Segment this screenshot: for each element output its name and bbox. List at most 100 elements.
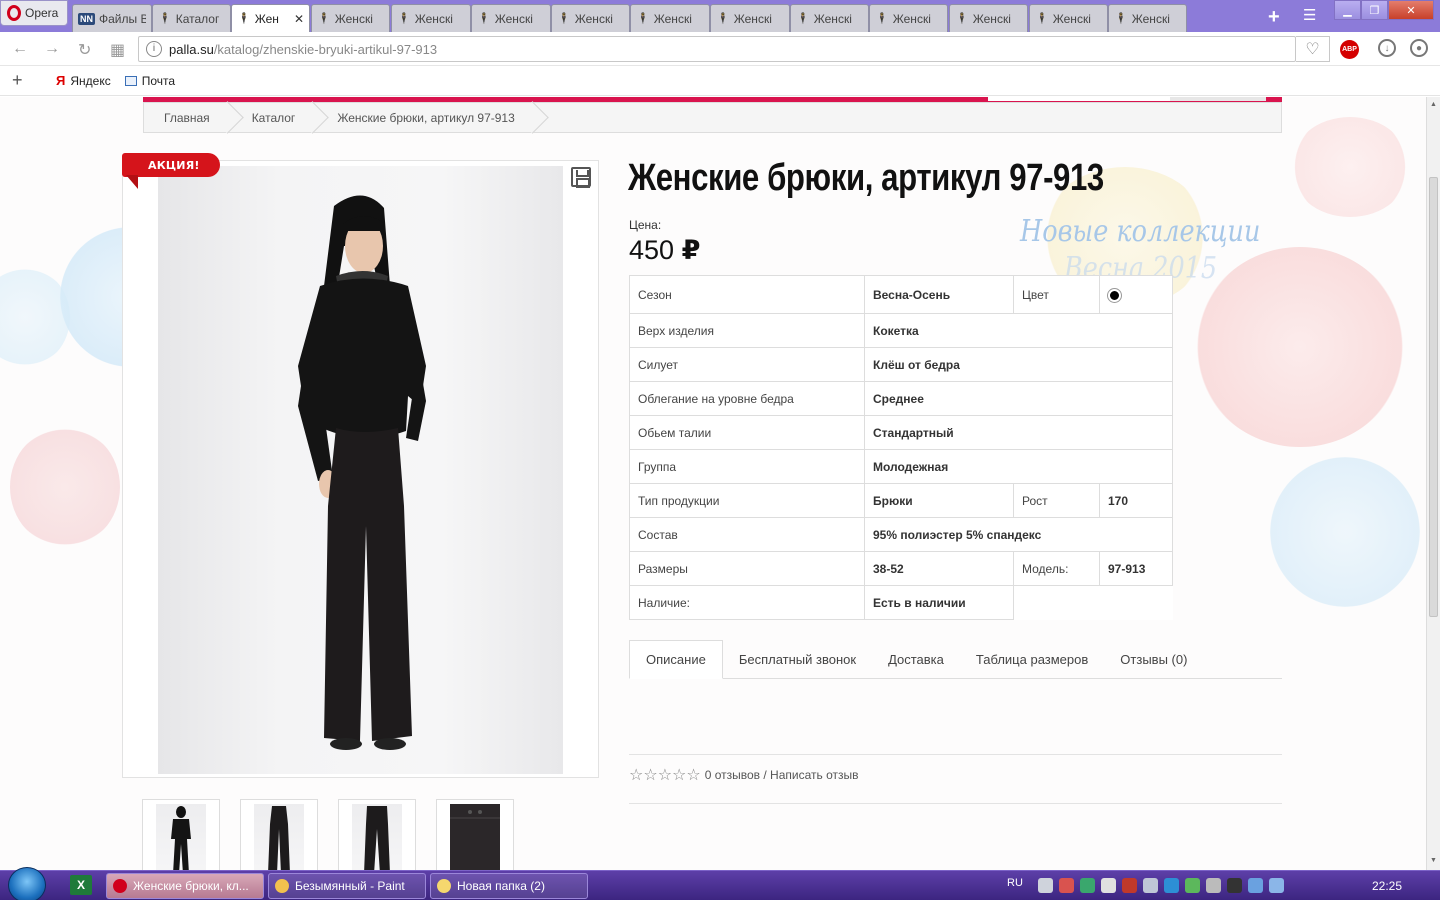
tray-shield-icon[interactable] [1080,878,1095,893]
bookmarks-bar: + Я Яндекс Почта [0,66,1440,96]
star-icon[interactable]: ☆ [686,767,700,784]
breadcrumb-home[interactable]: Главная [144,103,232,132]
forward-icon[interactable]: → [44,40,60,58]
product-thumbnail[interactable] [142,799,220,870]
reviews-link[interactable]: 0 отзывов / Написать отзыв [705,768,859,782]
attr-row: Наличие: Есть в наличии [629,585,1173,620]
palla-favicon-icon: 🕴 [716,13,730,25]
browser-tab-label: Женскі [892,11,931,26]
attr-row: Тип продукции Брюки Рост 170 [629,483,1173,518]
product-thumbnail[interactable] [338,799,416,870]
browser-tab[interactable]: 🕴 Жен ✕ [231,4,310,32]
product-thumbnail[interactable] [240,799,318,870]
browser-tab[interactable]: 🕴 Женскі [311,4,390,32]
star-icon[interactable]: ☆ [658,767,672,784]
star-icon[interactable]: ☆ [629,767,643,784]
taskbar-task[interactable]: Новая папка (2) [430,873,588,899]
url-input[interactable]: i palla.su/katalog/zhenskie-bryuki-artik… [138,36,1296,62]
tab-free-call[interactable]: Бесплатный звонок [723,640,872,679]
bookmark-mail[interactable]: Почта [124,74,175,88]
reload-icon[interactable]: ↻ [78,40,91,60]
browser-tab[interactable]: 🕴 Каталог [152,4,231,32]
nn-favicon-icon: NN [78,12,95,25]
product-attributes-table: Сезон Весна-Осень Цвет Верх изделия Коке… [629,275,1173,620]
opera-menu-button[interactable]: Opera [0,0,68,26]
star-icon[interactable]: ☆ [672,767,686,784]
browser-tab-label: Каталог [175,11,220,26]
color-swatch-icon[interactable] [1108,288,1121,302]
bookmark-heart-icon[interactable]: ♡ [1296,36,1330,62]
site-info-icon[interactable]: i [146,41,162,57]
tab-size-chart[interactable]: Таблица размеров [960,640,1104,679]
taskbar-task[interactable]: Безымянный - Paint [268,873,426,899]
star-icon[interactable]: ☆ [643,767,657,784]
minimize-icon[interactable]: ▁ [1334,0,1361,20]
windows-taskbar: X Женские брюки, кл... Безымянный - Paint… [0,867,1440,900]
scroll-down-icon[interactable]: ▼ [1430,857,1437,864]
browser-tab[interactable]: 🕴 Женскі [710,4,790,32]
tab-delivery[interactable]: Доставка [872,640,960,679]
back-icon[interactable]: ← [12,40,28,58]
model-figure-image [298,195,426,750]
taskbar-task[interactable]: Женские брюки, кл... [106,873,264,899]
adblock-icon[interactable]: ABP [1340,40,1359,59]
browser-tab[interactable]: 🕴 Женскі [949,4,1028,32]
attr-row: Размеры 38-52 Модель: 97-913 [629,551,1173,586]
tray-update-icon[interactable] [1269,878,1284,893]
language-indicator[interactable]: RU [1007,877,1023,889]
attr-label: Сезон [629,275,865,314]
scroll-thumb[interactable] [1429,177,1438,617]
site-search-box[interactable] [988,97,1266,101]
browser-tab[interactable]: 🕴 Женскі [1108,4,1187,32]
start-button-icon[interactable] [8,867,46,900]
tray-globe-icon[interactable] [1164,878,1179,893]
tray-battery-icon[interactable] [1227,878,1242,893]
browser-tab[interactable]: 🕴 Женскі [471,4,551,32]
browser-tab-label: Женскі [813,11,852,26]
restore-icon[interactable]: ❐ [1361,0,1388,20]
browser-tab[interactable]: 🕴 Женскі [551,4,630,32]
tray-app-icon[interactable] [1059,878,1074,893]
browser-tab[interactable]: 🕴 Женскі [391,4,471,32]
browser-tab[interactable]: 🕴 Женскі [869,4,948,32]
palla-favicon-icon: 🕴 [477,13,491,25]
tab-reviews[interactable]: Отзывы (0) [1104,640,1203,679]
site-search-button[interactable] [1170,97,1266,101]
tray-volume-icon[interactable] [1206,878,1221,893]
close-tab-icon[interactable]: ✕ [294,12,304,26]
browser-tab[interactable]: NN Файлы В [72,4,152,32]
excel-icon[interactable]: X [70,875,92,895]
download-icon[interactable]: ↓ [1378,39,1396,57]
tray-monitor-icon[interactable] [1038,878,1053,893]
tray-signal-icon[interactable] [1143,878,1158,893]
divider [629,803,1282,804]
browser-tab[interactable]: 🕴 Женскі [630,4,710,32]
tray-network-icon[interactable] [1248,878,1263,893]
taskbar-clock[interactable]: 22:25 [1372,879,1402,893]
bookmark-yandex[interactable]: Я Яндекс [56,73,111,88]
browser-tab[interactable]: 🕴 Женскі [1029,4,1108,32]
new-tab-icon[interactable]: + [1268,6,1280,29]
divider [629,754,1282,755]
product-thumbnail[interactable] [436,799,514,870]
product-main-image[interactable] [122,160,599,778]
page-scrollbar[interactable]: ▲ ▼ [1426,97,1440,870]
scroll-up-icon[interactable]: ▲ [1430,101,1437,108]
tab-description[interactable]: Описание [629,640,723,679]
palla-favicon-icon: 🕴 [1114,13,1128,25]
save-icon[interactable] [571,167,591,188]
tray-red-icon[interactable] [1122,878,1137,893]
background-flower [10,427,120,547]
speed-dial-icon[interactable]: ▦ [110,40,125,60]
product-photo [158,166,563,774]
attr-row: Облегание на уровне бедра Среднее [629,381,1173,416]
add-bookmark-icon[interactable]: + [12,70,42,91]
browser-tab[interactable]: 🕴 Женскі [790,4,869,32]
breadcrumb-catalog[interactable]: Каталог [232,103,318,132]
tray-flag-icon[interactable] [1101,878,1116,893]
tray-torrent-icon[interactable] [1185,878,1200,893]
attr-label: Силует [629,347,865,382]
account-icon[interactable]: ● [1410,39,1428,57]
tab-menu-icon[interactable]: ☰ [1303,6,1316,24]
close-window-icon[interactable]: ✕ [1388,0,1434,20]
